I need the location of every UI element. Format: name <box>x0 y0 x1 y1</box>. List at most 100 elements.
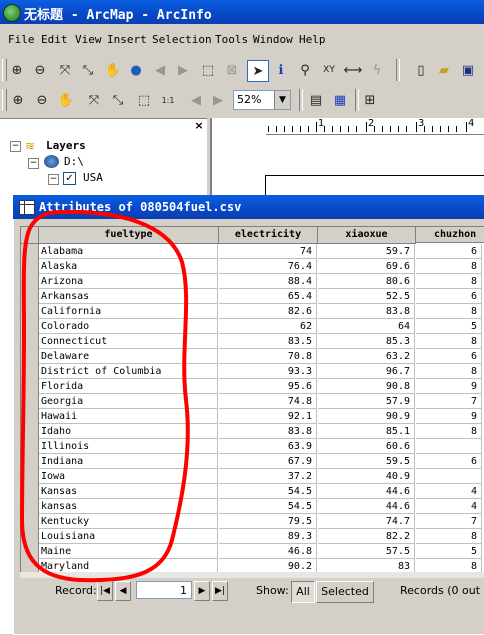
cell-electricity[interactable]: 67.9 <box>219 454 317 469</box>
layout-zoom-in-icon[interactable]: ⊕ <box>8 90 28 110</box>
cell-xiaoxue[interactable]: 80.6 <box>318 274 415 289</box>
cell-chuzhon[interactable]: 9 <box>416 409 482 424</box>
new-document-icon[interactable]: ▯ <box>411 60 431 80</box>
cell-fueltype[interactable]: Colorado <box>39 319 218 334</box>
cell-electricity[interactable]: 95.6 <box>219 379 317 394</box>
cell-chuzhon[interactable]: 5 <box>416 544 482 559</box>
cell-chuzhon[interactable]: 5 <box>416 319 482 334</box>
cell-chuzhon[interactable]: 6 <box>416 454 482 469</box>
cell-fueltype[interactable]: California <box>39 304 218 319</box>
collapse-drive-icon[interactable]: − <box>28 158 39 169</box>
column-header-electricity[interactable]: electricity <box>219 227 318 244</box>
cell-xiaoxue[interactable]: 83.8 <box>318 304 415 319</box>
cell-electricity[interactable]: 89.3 <box>219 529 317 544</box>
identify-icon[interactable]: ℹ <box>271 60 291 80</box>
cell-electricity[interactable]: 83.8 <box>219 424 317 439</box>
pan-hand-icon[interactable]: ✋ <box>103 60 123 80</box>
toggle-draft-mode-icon[interactable]: ▤ <box>306 90 326 110</box>
record-number-input[interactable]: 1 <box>136 581 192 599</box>
cell-xiaoxue[interactable]: 52.5 <box>318 289 415 304</box>
cell-fueltype[interactable]: Kansas <box>39 484 218 499</box>
cell-chuzhon[interactable]: 6 <box>416 349 482 364</box>
menu-view[interactable]: View <box>75 33 102 46</box>
cell-chuzhon[interactable]: 7 <box>416 394 482 409</box>
cell-xiaoxue[interactable]: 44.6 <box>318 484 415 499</box>
cell-electricity[interactable]: 74 <box>219 244 317 259</box>
cell-fueltype[interactable]: Kentucky <box>39 514 218 529</box>
change-layout-icon[interactable]: ⊞ <box>360 90 380 110</box>
clear-selection-icon[interactable]: ⊠ <box>222 60 242 80</box>
column-header-xiaoxue[interactable]: xiaoxue <box>318 227 416 244</box>
cell-xiaoxue[interactable]: 60.6 <box>318 439 415 454</box>
zoom-out-icon[interactable]: ⊖ <box>30 60 50 80</box>
cell-electricity[interactable]: 83.5 <box>219 334 317 349</box>
cell-fueltype[interactable]: Connecticut <box>39 334 218 349</box>
row-selector[interactable] <box>21 364 39 380</box>
cell-xiaoxue[interactable]: 85.1 <box>318 424 415 439</box>
cell-xiaoxue[interactable]: 82.2 <box>318 529 415 544</box>
cell-electricity[interactable]: 76.4 <box>219 259 317 274</box>
cell-xiaoxue[interactable]: 64 <box>318 319 415 334</box>
menu-window[interactable]: Window <box>253 33 293 46</box>
row-selector[interactable] <box>21 529 39 545</box>
layer-visibility-checkbox[interactable]: ✓ <box>63 172 76 185</box>
next-record-icon[interactable]: ▶ <box>194 581 210 601</box>
row-selector[interactable] <box>21 499 39 515</box>
cell-fueltype[interactable]: Louisiana <box>39 529 218 544</box>
cell-chuzhon[interactable]: 4 <box>416 499 482 514</box>
back-arrow-icon[interactable]: ◀ <box>150 60 170 80</box>
cell-fueltype[interactable]: kansas <box>39 499 218 514</box>
layout-forward-icon[interactable]: ▶ <box>208 90 228 110</box>
cell-electricity[interactable]: 92.1 <box>219 409 317 424</box>
cell-fueltype[interactable]: District of Columbia <box>39 364 218 379</box>
last-record-icon[interactable]: ▶| <box>212 581 228 601</box>
row-selector[interactable] <box>21 514 39 530</box>
menu-tools[interactable]: Tools <box>215 33 248 46</box>
column-header-chuzhon[interactable]: chuzhon <box>416 227 484 243</box>
cell-chuzhon[interactable]: 8 <box>416 529 482 544</box>
row-selector[interactable] <box>21 319 39 335</box>
cell-chuzhon[interactable]: 6 <box>416 289 482 304</box>
cell-xiaoxue[interactable]: 96.7 <box>318 364 415 379</box>
cell-electricity[interactable]: 82.6 <box>219 304 317 319</box>
cell-chuzhon[interactable]: 7 <box>416 514 482 529</box>
cell-xiaoxue[interactable]: 57.5 <box>318 544 415 559</box>
cell-electricity[interactable]: 74.8 <box>219 394 317 409</box>
cell-chuzhon[interactable]: 8 <box>416 334 482 349</box>
chevron-down-icon[interactable]: ▼ <box>274 91 290 109</box>
zoom-percent-dropdown[interactable]: 52% ▼ <box>233 90 291 110</box>
find-binoculars-icon[interactable]: ⚲ <box>295 60 315 80</box>
cell-chuzhon[interactable]: 8 <box>416 424 482 439</box>
layout-zoom-out-icon[interactable]: ⊖ <box>32 90 52 110</box>
cell-electricity[interactable]: 79.5 <box>219 514 317 529</box>
cell-xiaoxue[interactable]: 63.2 <box>318 349 415 364</box>
row-selector[interactable] <box>21 379 39 395</box>
column-header-fueltype[interactable]: fueltype <box>39 227 219 244</box>
cell-chuzhon[interactable] <box>416 439 482 454</box>
cell-electricity[interactable]: 62 <box>219 319 317 334</box>
cell-electricity[interactable]: 88.4 <box>219 274 317 289</box>
cell-xiaoxue[interactable]: 74.7 <box>318 514 415 529</box>
cell-electricity[interactable]: 37.2 <box>219 469 317 484</box>
zoom-to-page-icon[interactable]: ⬚ <box>134 90 154 110</box>
cell-xiaoxue[interactable]: 85.3 <box>318 334 415 349</box>
row-selector[interactable] <box>21 454 39 470</box>
row-selector[interactable] <box>21 304 39 320</box>
close-icon[interactable]: × <box>192 118 206 132</box>
row-selector[interactable] <box>21 544 39 560</box>
cell-xiaoxue[interactable]: 90.8 <box>318 379 415 394</box>
cell-chuzhon[interactable]: 8 <box>416 274 482 289</box>
cell-electricity[interactable]: 54.5 <box>219 484 317 499</box>
row-selector[interactable] <box>21 484 39 500</box>
cell-xiaoxue[interactable]: 44.6 <box>318 499 415 514</box>
show-selected-button[interactable]: Selected <box>316 581 374 603</box>
cell-fueltype[interactable]: Illinois <box>39 439 218 454</box>
row-selector[interactable] <box>21 439 39 455</box>
row-selector[interactable] <box>21 424 39 440</box>
first-record-icon[interactable]: |◀ <box>97 581 113 601</box>
cell-xiaoxue[interactable]: 59.5 <box>318 454 415 469</box>
row-selector[interactable] <box>21 259 39 275</box>
cell-fueltype[interactable]: Indiana <box>39 454 218 469</box>
cell-fueltype[interactable]: Iowa <box>39 469 218 484</box>
layer-label[interactable]: USA <box>83 171 103 184</box>
